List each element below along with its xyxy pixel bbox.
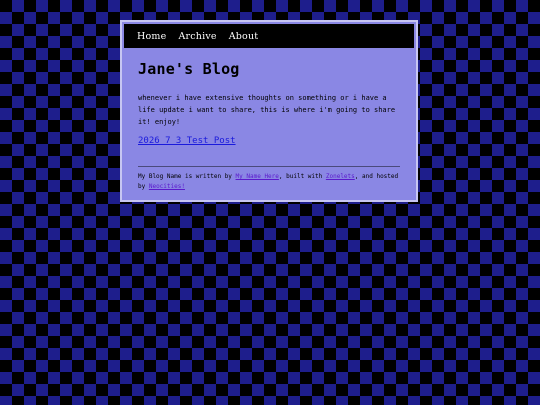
nav-bar: Home Archive About [124, 24, 414, 48]
blog-title: Jane's Blog [138, 60, 240, 78]
nav-about-link[interactable]: About [229, 31, 259, 42]
blog-container: Home Archive About Jane's Blog whenever … [120, 20, 418, 202]
post-link[interactable]: 2026 7 3 Test Post [138, 136, 400, 146]
author-link[interactable]: My Name Here [236, 173, 279, 180]
footer-text: My Blog Name is written by [138, 173, 236, 180]
main-content: Jane's Blog whenever i have extensive th… [122, 48, 416, 192]
nav-archive-link[interactable]: Archive [178, 31, 216, 42]
zonelets-link[interactable]: Zonelets [326, 173, 355, 180]
blog-description: whenever i have extensive thoughts on so… [138, 94, 396, 126]
nav-home-link[interactable]: Home [137, 31, 166, 42]
footer: My Blog Name is written by My Name Here,… [138, 172, 400, 192]
neocities-link[interactable]: Neocities! [149, 183, 185, 190]
footer-text: , built with [278, 173, 326, 180]
footer-divider [138, 166, 400, 167]
